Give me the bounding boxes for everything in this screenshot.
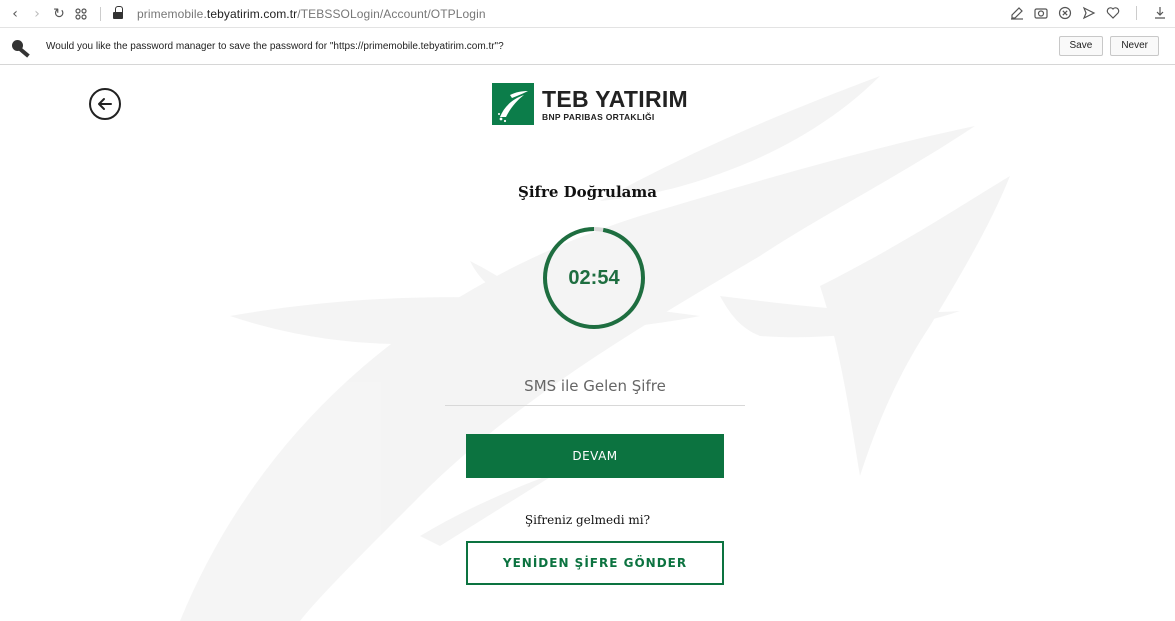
toolbar-divider-right (1136, 6, 1137, 20)
url-path: /TEBSSOLogin/Account/OTPLogin (297, 6, 486, 21)
otp-page: TEB YATIRIM BNP PARIBAS ORTAKLIĞI Şifre … (0, 66, 1175, 621)
edit-icon[interactable] (1008, 4, 1026, 22)
browser-viewport: ‹ › ↻ primemobile.tebyatirim.com.tr/TEBS… (0, 0, 1175, 621)
password-manager-actions: Save Never (1058, 36, 1159, 56)
password-manager-bar: Would you like the password manager to s… (0, 29, 1175, 65)
countdown-timer: 02:54 (542, 226, 646, 330)
sms-code-input[interactable] (445, 366, 745, 406)
back-button[interactable] (89, 88, 121, 120)
url-prefix: primemobile. (137, 6, 207, 21)
camera-icon[interactable] (1032, 4, 1050, 22)
reload-icon[interactable]: ↻ (48, 3, 70, 25)
key-icon (12, 39, 32, 55)
arrow-left-icon (98, 98, 112, 110)
brand-logo-mark (492, 83, 534, 125)
url-text[interactable]: primemobile.tebyatirim.com.tr/TEBSSOLogi… (137, 7, 486, 21)
heart-icon[interactable] (1104, 4, 1122, 22)
brand-name: TEB YATIRIM (542, 85, 689, 112)
forward-icon[interactable]: › (26, 3, 48, 25)
resend-question: Şifreniz gelmedi mi? (524, 513, 651, 527)
brand-watermark (180, 76, 1010, 621)
url-host: tebyatirim.com.tr (206, 6, 298, 21)
timer-value: 02:54 (568, 266, 620, 289)
download-icon[interactable] (1151, 4, 1169, 22)
brand-logo: TEB YATIRIM BNP PARIBAS ORTAKLIĞI (492, 83, 688, 125)
address-bar[interactable]: primemobile.tebyatirim.com.tr/TEBSSOLogi… (113, 5, 486, 21)
apps-icon[interactable] (70, 3, 92, 25)
password-manager-message: Would you like the password manager to s… (46, 41, 504, 52)
save-password-button[interactable]: Save (1058, 36, 1104, 56)
lock-icon[interactable] (113, 5, 123, 19)
never-save-button[interactable]: Never (1110, 36, 1159, 56)
resend-code-button[interactable]: YENİDEN ŞİFRE GÖNDER (466, 541, 724, 585)
back-icon[interactable]: ‹ (4, 3, 26, 25)
close-circle-icon[interactable] (1056, 4, 1074, 22)
page-title: Şifre Doğrulama (518, 183, 657, 201)
toolbar-divider (100, 6, 101, 21)
browser-toolbar: ‹ › ↻ primemobile.tebyatirim.com.tr/TEBS… (0, 0, 1175, 28)
continue-button[interactable]: DEVAM (466, 434, 724, 478)
brand-subtitle: BNP PARIBAS ORTAKLIĞI (542, 111, 655, 122)
send-icon[interactable] (1080, 4, 1098, 22)
toolbar-actions (1008, 4, 1169, 22)
